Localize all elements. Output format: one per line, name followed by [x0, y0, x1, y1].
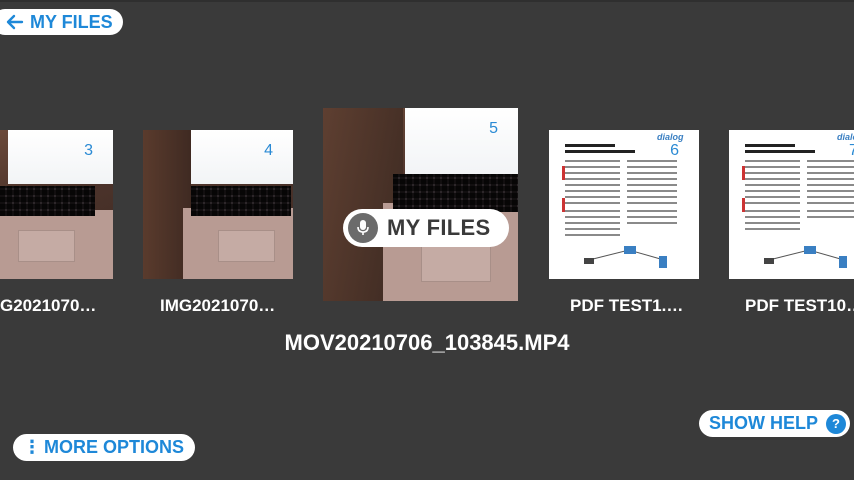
document-line-image [565, 222, 620, 224]
document-logo-image: dialog [657, 132, 684, 142]
document-heading-image [745, 150, 815, 153]
trackpad-image [18, 230, 75, 262]
more-options-button[interactable]: ⋮ MORE OPTIONS [13, 434, 196, 461]
file-browser-screen: MY FILES 3 G2021070… 4 IMG2021070… 5 MY … [0, 0, 854, 480]
document-mark-image [562, 198, 565, 212]
keyboard-image [191, 186, 291, 216]
document-line-image [627, 210, 677, 212]
selected-file-name: MOV20210706_103845.MP4 [284, 330, 570, 355]
document-line-image [627, 178, 677, 180]
document-line-image [565, 216, 620, 218]
help-icon: ? [826, 413, 847, 434]
gallery-item-6[interactable]: dialog 6 [549, 130, 699, 279]
document-line-image [807, 196, 854, 198]
item-number: 5 [489, 120, 498, 137]
document-line-image [627, 190, 677, 192]
document-line-image [565, 202, 620, 204]
document-line-image [807, 216, 854, 218]
document-mark-image [742, 166, 745, 180]
gallery-item-4-caption: IMG2021070… [160, 296, 276, 315]
document-line-image [745, 166, 800, 168]
arrow-left-icon [6, 14, 24, 30]
document-line-image [745, 160, 800, 162]
voice-badge-label: MY FILES [387, 215, 491, 240]
show-help-button[interactable]: SHOW HELP ? [699, 410, 851, 437]
gallery-item-3[interactable]: 3 [0, 130, 113, 279]
document-line-image [627, 172, 677, 174]
back-button-label: MY FILES [30, 11, 113, 32]
document-line-image [565, 184, 620, 186]
gallery-item-5-selected[interactable]: 5 [323, 108, 518, 301]
gallery-item-3-caption: G2021070… [0, 296, 97, 315]
document-line-image [565, 172, 620, 174]
document-line-image [565, 160, 620, 162]
document-line-image [745, 210, 800, 212]
more-vertical-icon: ⋮ [23, 437, 41, 457]
back-to-my-files-button[interactable]: MY FILES [0, 9, 123, 35]
document-heading-image [565, 144, 615, 147]
document-line-image [565, 210, 620, 212]
gallery-item-7[interactable]: dialog 7 [729, 130, 854, 279]
document-line-image [627, 216, 677, 218]
document-heading-image [565, 150, 635, 153]
voice-command-badge: MY FILES [343, 209, 509, 247]
gallery-item-6-caption: PDF TEST1.… [570, 296, 684, 315]
show-help-label: SHOW HELP [709, 413, 819, 433]
document-line-image [745, 222, 800, 224]
document-line-image [565, 166, 620, 168]
document-line-image [745, 196, 800, 198]
document-line-image [627, 202, 677, 204]
document-line-image [565, 228, 620, 230]
document-mark-image [562, 166, 565, 180]
laptop-screen-image [191, 130, 293, 184]
document-line-image [807, 172, 854, 174]
document-line-image [627, 166, 677, 168]
document-line-image [627, 160, 677, 162]
document-line-image [807, 178, 854, 180]
item-number: 6 [670, 142, 679, 159]
document-logo-image: dialog [837, 132, 854, 142]
keyboard-image [0, 186, 95, 216]
document-line-image [807, 184, 854, 186]
document-line-image [565, 196, 620, 198]
document-line-image [565, 178, 620, 180]
item-number: 4 [264, 142, 273, 159]
document-line-image [807, 160, 854, 162]
document-line-image [745, 190, 800, 192]
document-mark-image [742, 198, 745, 212]
document-line-image [745, 228, 800, 230]
document-diagram-image [764, 246, 847, 268]
document-line-image [807, 202, 854, 204]
document-line-image [807, 190, 854, 192]
item-number: 7 [849, 142, 854, 159]
document-heading-image [745, 144, 795, 147]
keyboard-image [393, 174, 518, 212]
document-line-image [745, 184, 800, 186]
document-line-image [745, 172, 800, 174]
document-line-image [807, 210, 854, 212]
microphone-icon [348, 213, 378, 243]
document-line-image [807, 166, 854, 168]
top-border [0, 0, 854, 2]
document-diagram-image [569, 240, 679, 274]
document-line-image [565, 234, 620, 236]
document-line-image [745, 216, 800, 218]
document-line-image [745, 178, 800, 180]
trackpad-image [218, 230, 275, 262]
laptop-screen-image [405, 108, 518, 174]
document-line-image [627, 196, 677, 198]
document-line-image [627, 184, 677, 186]
gallery-item-4[interactable]: 4 [143, 130, 293, 279]
item-number: 3 [84, 142, 93, 159]
document-line-image [745, 202, 800, 204]
document-line-image [627, 222, 677, 224]
more-options-label: MORE OPTIONS [44, 437, 185, 457]
document-line-image [565, 190, 620, 192]
laptop-screen-image [8, 130, 113, 184]
gallery-item-7-caption: PDF TEST10… [745, 296, 854, 315]
